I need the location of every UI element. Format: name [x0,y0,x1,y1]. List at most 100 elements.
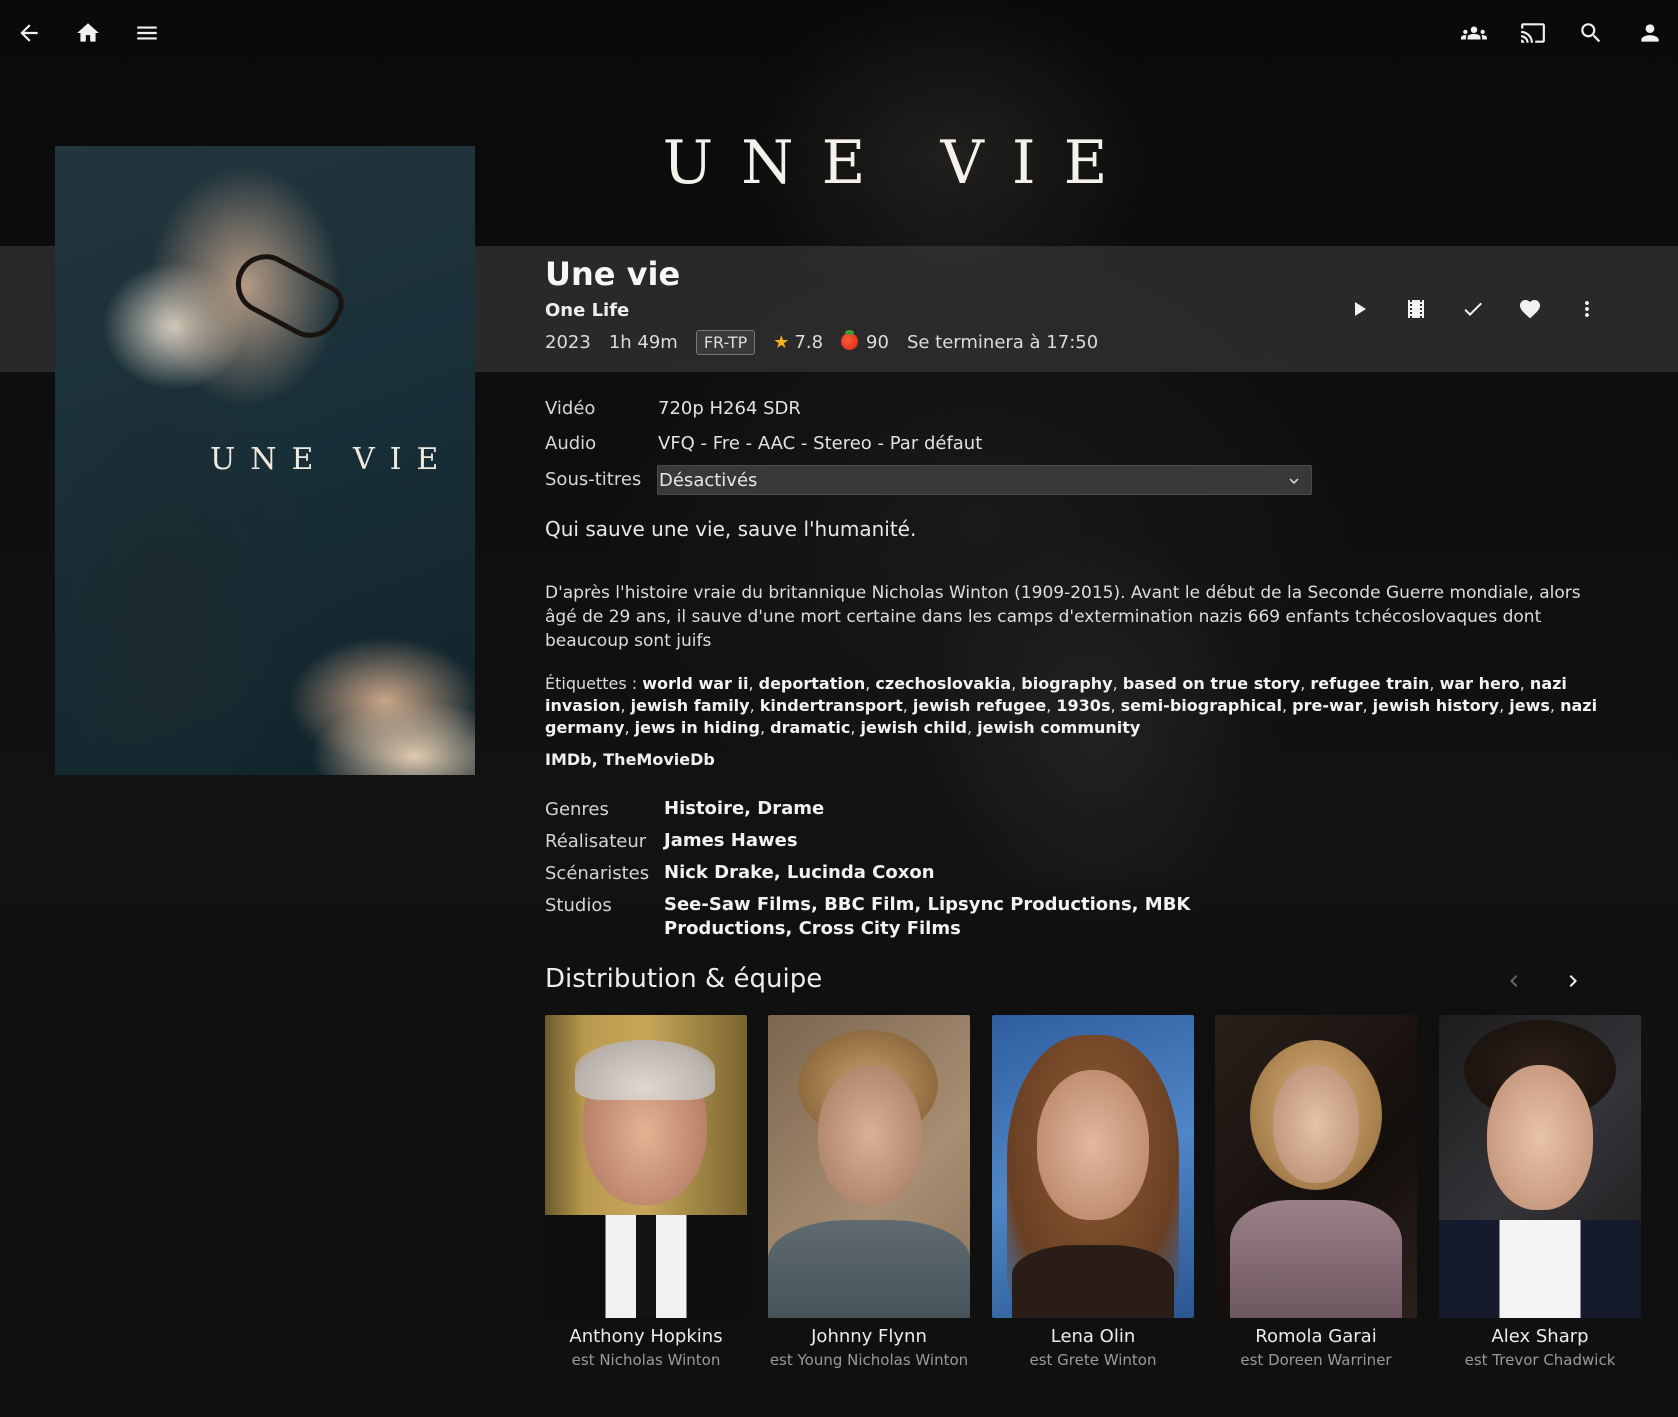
cast-role: est Trevor Chadwick [1464,1351,1616,1369]
search-button[interactable] [1575,13,1607,53]
cast-face [1273,1065,1359,1183]
tmdb-link[interactable]: TheMovieDb [603,750,715,769]
cast-card[interactable]: Anthony Hopkins est Nicholas Winton [545,1015,747,1369]
heart-icon [1520,300,1540,319]
tag-link[interactable]: kindertransport [760,696,903,715]
subtitles-select[interactable]: Désactivés [657,465,1312,495]
tag-link[interactable]: pre-war [1292,696,1362,715]
genres-value[interactable]: Histoire, Drame [664,797,1224,821]
community-rating-value: 7.8 [794,331,824,353]
play-icon [1355,302,1366,316]
home-icon [77,23,99,42]
community-rating: ★ 7.8 [773,332,823,353]
writers-label: Scénaristes [545,863,650,884]
tags-label: Étiquettes : [545,674,638,693]
poster-glasses-detail [225,243,351,349]
cast-role: est Nicholas Winton [571,1351,721,1369]
group-icon [1461,26,1487,40]
user-button[interactable] [1634,13,1666,53]
cast-photo [1215,1015,1417,1318]
tag-link[interactable]: jewish refugee [913,696,1046,715]
chevron-left-icon [1510,975,1518,987]
official-rating-badge: FR-TP [695,329,756,355]
cast-name: Johnny Flynn [811,1326,927,1347]
director-label: Réalisateur [545,831,647,852]
tag-link[interactable]: jews [1509,696,1550,715]
more-button[interactable] [1568,290,1606,328]
tag-link[interactable]: 1930s [1056,696,1110,715]
writers-value[interactable]: Nick Drake, Lucinda Coxon [664,861,1224,885]
tag-link[interactable]: czechoslovakia [875,674,1011,693]
tag-link[interactable]: semi-biographical [1121,696,1282,715]
cast-section-title: Distribution & équipe [545,964,823,994]
cast-icon [1521,23,1545,43]
play-button[interactable] [1340,290,1378,328]
header-bar [0,0,1678,66]
cast-card[interactable]: Romola Garai est Doreen Warriner [1215,1015,1417,1369]
more-vert-icon [1585,301,1589,317]
cast-name: Lena Olin [1050,1326,1136,1347]
arrow-back-icon [20,24,38,42]
studios-value[interactable]: See-Saw Films, BBC Film, Lipsync Product… [664,893,1224,941]
tag-link[interactable]: jewish child [861,718,967,737]
video-value: 720p H264 SDR [658,398,801,419]
menu-button[interactable] [131,13,163,53]
video-label: Vidéo [545,398,596,419]
critic-rating: 90 [841,329,889,353]
mark-played-button[interactable] [1454,290,1492,328]
item-details-page: UNE VIE Une vie One Life 2023 1h 49m FR-… [0,0,1678,1417]
cast-button[interactable] [1517,13,1549,53]
cast-name: Romola Garai [1255,1326,1377,1347]
poster-image[interactable]: UNE VIE [55,146,475,775]
home-button[interactable] [72,13,104,53]
tag-link[interactable]: jews in hiding [635,718,760,737]
trailer-button[interactable] [1397,290,1435,328]
subtitles-label: Sous-titres [545,469,642,490]
cast-photo [768,1015,970,1318]
tomato-icon [841,329,859,350]
tag-link[interactable]: jewish history [1373,696,1499,715]
cast-face [818,1065,922,1205]
menu-icon [137,26,157,40]
account-icon [1641,24,1659,42]
cast-face [1487,1065,1593,1210]
tag-link[interactable]: dramatic [770,718,850,737]
tag-link[interactable]: based on true story [1123,674,1300,693]
cast-card[interactable]: Alex Sharp est Trevor Chadwick [1439,1015,1641,1369]
tag-link[interactable]: biography [1021,674,1112,693]
tag-link[interactable]: deportation [759,674,866,693]
studios-label: Studios [545,895,612,916]
tagline: Qui sauve une vie, sauve l'humanité. [545,517,917,541]
cast-name: Alex Sharp [1491,1326,1589,1347]
cast-photo [1439,1015,1641,1318]
back-button[interactable] [13,13,45,53]
tag-link[interactable]: jewish community [977,718,1140,737]
tags: Étiquettes : world war ii, deportation, … [545,673,1610,739]
cast-card[interactable]: Lena Olin est Grete Winton [992,1015,1194,1369]
overview: D'après l'histoire vraie du britannique … [545,583,1581,651]
star-icon: ★ [773,331,790,353]
cast-card[interactable]: Johnny Flynn est Young Nicholas Winton [768,1015,970,1369]
tag-link[interactable]: war hero [1440,674,1520,693]
audio-value: VFQ - Fre - AAC - Stereo - Par défaut [658,433,983,454]
cast-role: est Young Nicholas Winton [769,1351,969,1369]
original-title: One Life [545,300,630,321]
cast-photo [992,1015,1194,1318]
syncplay-button[interactable] [1458,13,1490,53]
tag-link[interactable]: refugee train [1310,674,1429,693]
search-icon [1581,23,1601,43]
imdb-link[interactable]: IMDb [545,750,592,769]
tag-link[interactable]: jewish family [631,696,750,715]
cast-photo [545,1015,747,1318]
trailer-icon [1408,300,1424,318]
favorite-button[interactable] [1511,290,1549,328]
chevron-right-icon [1569,975,1577,987]
scroll-next-button[interactable] [1558,966,1588,996]
scroll-prev-button[interactable] [1499,966,1529,996]
tag-link[interactable]: world war ii [642,674,748,693]
item-title: Une vie [545,255,681,293]
chevron-down-icon [1289,478,1299,484]
subtitles-selected-value: Désactivés [659,469,758,491]
poster-title: UNE VIE [210,442,454,477]
director-value[interactable]: James Hawes [664,829,1224,853]
